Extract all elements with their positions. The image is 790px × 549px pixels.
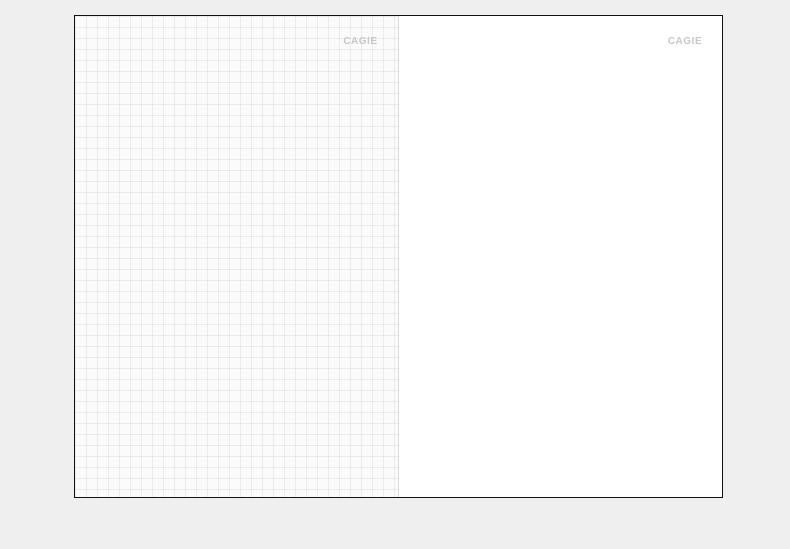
brand-label-right: CAGIE — [668, 36, 702, 47]
notebook-page-right: CAGIE — [399, 16, 723, 497]
notebook-page-left: CAGIE — [75, 16, 399, 497]
brand-label-left: CAGIE — [343, 36, 377, 47]
notebook-spread: CAGIE CAGIE — [74, 15, 723, 498]
